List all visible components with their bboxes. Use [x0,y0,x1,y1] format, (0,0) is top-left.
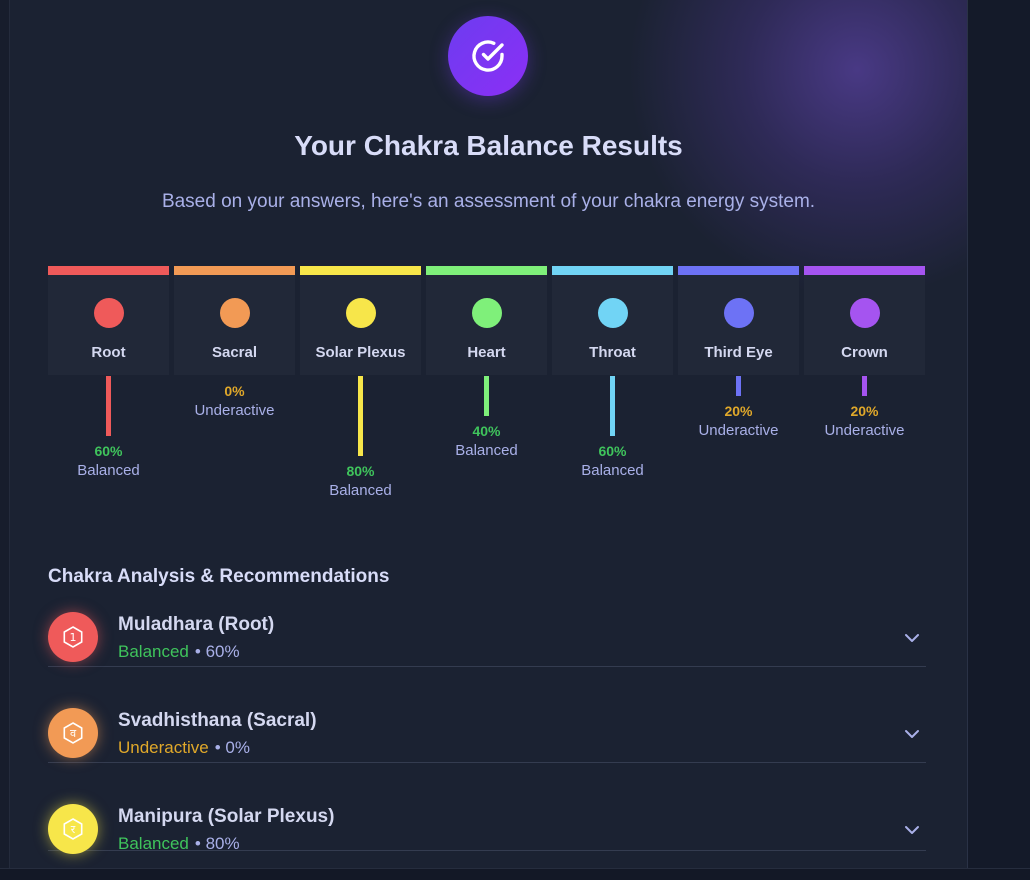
chakra-dot-icon [723,298,754,328]
chevron-down-icon[interactable] [902,724,922,744]
accordion-item-status: Balanced [118,834,189,853]
sacral-chakra-icon: व [48,708,98,758]
chakra-status: Underactive [698,422,779,439]
accordion-item-status: Balanced [118,642,189,661]
chakra-percent: 80% [346,463,375,479]
chakra-color-bar [678,266,799,275]
chakra-name: Solar Plexus [315,344,406,361]
chakra-card: Sacral [174,275,295,375]
chevron-down-icon[interactable] [902,628,922,648]
chakra-name: Third Eye [704,344,773,361]
chakra-card: Third Eye [678,275,799,375]
page-title: Your Chakra Balance Results [294,130,683,161]
chakra-status: Balanced [455,442,518,459]
chakra-level-bar [862,376,867,396]
chakra-column-root: Root 60% Balanced [48,266,169,479]
chakra-level-bar [484,376,489,416]
chakra-name: Throat [589,344,636,361]
chakra-card: Throat [552,275,673,375]
chakra-percent: 0% [224,383,245,399]
left-edge [0,0,10,879]
chakra-status: Balanced [77,462,140,479]
solar-plexus-chakra-icon: र [48,804,98,854]
chakra-card: Root [48,275,169,375]
chakra-percent: 60% [94,443,123,459]
chakra-card: Solar Plexus [300,275,421,375]
chakra-column-heart: Heart 40% Balanced [426,266,547,459]
chakra-name: Heart [467,344,506,361]
chakra-level-bar [106,376,111,436]
accordion-item[interactable]: र Manipura (Solar Plexus) Balanced • 80% [48,804,926,854]
chakra-dot-icon [219,298,250,328]
accordion-item[interactable]: व Svadhisthana (Sacral) Underactive • 0% [48,708,926,763]
svg-text:1: 1 [70,631,77,644]
chakra-status: Balanced [329,482,392,499]
chakra-level-bar [736,376,741,396]
chakra-percent: 40% [472,423,501,439]
chakra-card: Heart [426,275,547,375]
chakra-status: Balanced [581,462,644,479]
chakra-dot-icon [849,298,880,328]
accordion-item-percent: • 60% [194,642,240,661]
chakra-dot-icon [597,298,628,328]
chakra-dot-icon [471,298,502,328]
chakra-dot-icon [345,298,376,328]
chakra-color-bar [300,266,421,275]
accordion-item-meta: Underactive • 0% [118,738,250,758]
chakra-column-third-eye: Third Eye 20% Underactive [678,266,799,439]
svg-text:र: र [71,823,76,836]
chakra-color-bar [174,266,295,275]
chakra-percent: 20% [850,403,879,419]
chakra-column-throat: Throat 60% Balanced [552,266,673,479]
success-check-icon [448,16,528,96]
chakra-column-solar-plexus: Solar Plexus 80% Balanced [300,266,421,499]
chakra-name: Root [91,344,126,361]
accordion-item-meta: Balanced • 80% [118,834,240,854]
chevron-down-icon[interactable] [902,820,922,840]
accordion-item-percent: • 80% [194,834,240,853]
accordion-item-percent: • 0% [214,738,250,757]
root-chakra-icon: 1 [48,612,98,662]
chakra-level-bar [610,376,615,436]
right-gutter [968,0,1030,879]
accordion-item-title: Svadhisthana (Sacral) [118,710,317,731]
chakra-percent: 60% [598,443,627,459]
svg-text:व: व [70,727,77,740]
chakra-color-bar [48,266,169,275]
accordion-item-status: Underactive [118,738,209,757]
accordion-item-meta: Balanced • 60% [118,642,240,662]
results-card: Your Chakra Balance Results Based on you… [10,0,968,879]
chakra-name: Sacral [211,344,258,361]
chakra-color-bar [426,266,547,275]
analysis-section-title: Chakra Analysis & Recommendations [48,566,390,587]
chakra-status: Underactive [824,422,905,439]
page-subtitle: Based on your answers, here's an assessm… [161,191,816,212]
chakra-column-sacral: Sacral 0% Underactive [174,266,295,419]
chakra-percent: 20% [724,403,753,419]
chakra-card: Crown [804,275,925,375]
accordion-item[interactable]: 1 Muladhara (Root) Balanced • 60% [48,612,926,667]
chakra-color-bar [804,266,925,275]
chakra-color-bar [552,266,673,275]
accordion-item-title: Muladhara (Root) [118,614,275,635]
chakra-name: Crown [841,344,888,361]
chakra-level-bar [358,376,363,456]
accordion-item-title: Manipura (Solar Plexus) [118,806,335,827]
chakra-status: Underactive [194,402,275,419]
chakra-column-crown: Crown 20% Underactive [804,266,925,439]
chakra-dot-icon [93,298,124,328]
bottom-edge [0,868,1030,880]
